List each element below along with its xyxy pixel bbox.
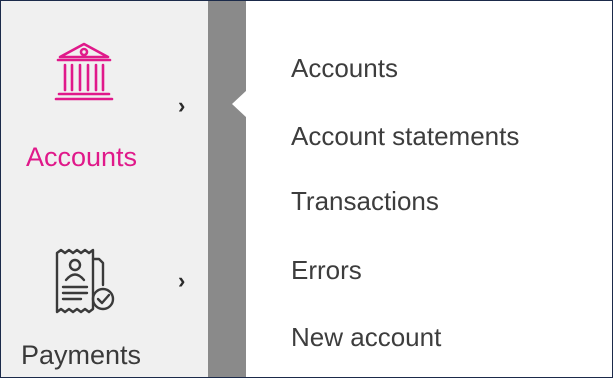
submenu-item-transactions[interactable]: Transactions <box>291 188 439 214</box>
flyout-pointer <box>232 90 247 118</box>
app-frame: Accounts › Payments › Accounts Account s… <box>0 0 613 378</box>
submenu-item-new-account[interactable]: New account <box>291 324 441 350</box>
nav-item-accounts[interactable]: Accounts › <box>1 1 208 211</box>
accounts-submenu: Accounts Account statements Transactions… <box>246 1 612 377</box>
submenu-item-accounts[interactable]: Accounts <box>291 55 398 81</box>
receipt-icon <box>55 248 115 314</box>
submenu-item-account-statements[interactable]: Account statements <box>291 123 519 149</box>
nav-label-accounts: Accounts <box>26 142 138 172</box>
nav-label-payments: Payments <box>21 340 142 370</box>
nav-item-payments[interactable]: Payments › <box>1 211 208 377</box>
side-navigation: Accounts › Payments › <box>1 1 208 377</box>
chevron-right-icon: › <box>178 93 186 118</box>
bank-icon <box>54 42 114 101</box>
chevron-right-icon: › <box>178 268 186 293</box>
flyout-overlay-strip <box>208 1 246 377</box>
submenu-item-errors[interactable]: Errors <box>291 257 362 283</box>
